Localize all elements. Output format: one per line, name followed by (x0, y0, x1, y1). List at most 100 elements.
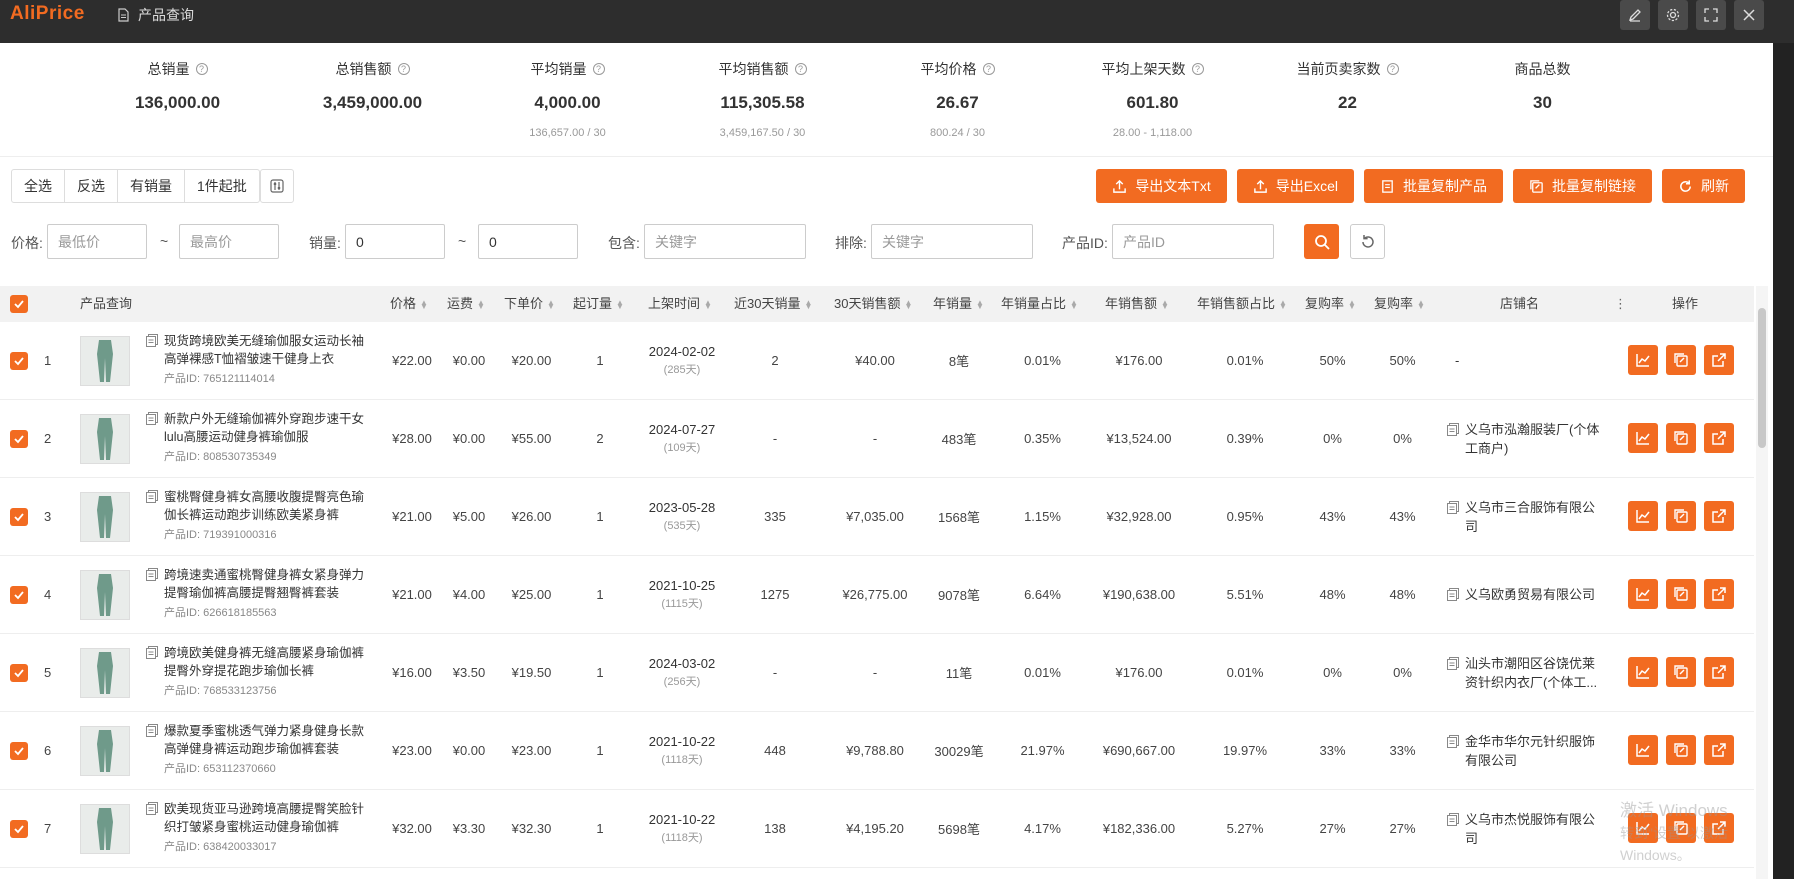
product-id-input[interactable] (1112, 224, 1274, 259)
sales-max-input[interactable] (478, 224, 578, 259)
include-keyword-input[interactable] (644, 224, 806, 259)
header-year-sales[interactable]: 年销量 ▲ ▼ (933, 286, 984, 322)
header-select-all-checkbox[interactable] (10, 295, 28, 313)
table-row[interactable]: 4 跨境速卖通蜜桃臀健身裤女紧身弹力提臀瑜伽裤高腰提臀翘臀裤套装 产品ID: 626… (0, 556, 1754, 634)
row-checkbox[interactable] (10, 556, 28, 633)
header-year-share[interactable]: 年销量占比 ▲ ▼ (1001, 286, 1078, 322)
store-name[interactable]: 义乌欧勇贸易有限公司 (1447, 585, 1607, 604)
open-link-button[interactable] (1704, 501, 1734, 531)
product-thumbnail[interactable] (80, 322, 130, 399)
table-row[interactable]: 1 现货跨境欧美无缝瑜伽服女运动长袖高弹裸感T恤褶皱速干健身上衣 产品ID: 765… (0, 322, 1754, 400)
copy-icon[interactable] (146, 724, 158, 737)
help-icon[interactable]: ? (794, 63, 807, 75)
header-rev30[interactable]: 30天销售额 ▲ ▼ (834, 286, 912, 322)
one-piece-moq-button[interactable]: 1件起批 (185, 170, 259, 202)
copy-icon[interactable] (146, 334, 158, 347)
copy-icon[interactable] (1447, 422, 1459, 436)
copy-icon[interactable] (146, 490, 158, 503)
copy-link-button[interactable] (1666, 579, 1696, 609)
export-excel-button[interactable]: 导出Excel (1236, 169, 1354, 203)
header-unit-price[interactable]: 下单价 ▲ ▼ (504, 286, 555, 322)
header-year-rev[interactable]: 年销售额 ▲ ▼ (1105, 286, 1169, 322)
invert-selection-button[interactable]: 反选 (65, 170, 118, 202)
edit-button[interactable] (1620, 0, 1650, 30)
row-checkbox[interactable] (10, 634, 28, 711)
store-name[interactable]: 金华市华尔元针织服饰有限公司 (1447, 732, 1607, 770)
help-icon[interactable]: ? (1191, 63, 1204, 75)
product-thumbnail[interactable] (80, 478, 130, 555)
copy-icon[interactable] (1447, 500, 1459, 514)
trend-button[interactable] (1628, 657, 1658, 687)
row-checkbox[interactable] (10, 478, 28, 555)
table-scrollbar[interactable] (1756, 286, 1768, 879)
open-link-button[interactable] (1704, 423, 1734, 453)
product-name[interactable]: 欧美现货亚马逊跨境高腰提臀笑脸针织打皱紧身蜜桃运动健身瑜伽裤 (146, 800, 376, 836)
row-checkbox[interactable] (10, 400, 28, 477)
column-menu-icon[interactable]: ⋮ (1614, 286, 1627, 322)
copy-icon[interactable] (146, 802, 158, 815)
trend-button[interactable] (1628, 345, 1658, 375)
copy-link-button[interactable] (1666, 423, 1696, 453)
product-thumbnail[interactable] (80, 400, 130, 477)
table-row[interactable]: 2 新款户外无缝瑜伽裤外穿跑步速干女lulu高腰运动健身裤瑜伽服 产品ID: 808… (0, 400, 1754, 478)
product-name[interactable]: 跨境速卖通蜜桃臀健身裤女紧身弹力提臀瑜伽裤高腰提臀翘臀裤套装 (146, 566, 376, 602)
product-name[interactable]: 蜜桃臀健身裤女高腰收腹提臀亮色瑜伽长裤运动跑步训练欧美紧身裤 (146, 488, 376, 524)
copy-link-button[interactable] (1666, 735, 1696, 765)
trend-button[interactable] (1628, 735, 1658, 765)
copy-link-button[interactable] (1666, 501, 1696, 531)
copy-icon[interactable] (1447, 588, 1459, 601)
header-price[interactable]: 价格 ▲ ▼ (390, 286, 428, 322)
help-icon[interactable]: ? (195, 63, 208, 75)
header-repurchase-1[interactable]: 复购率 ▲ ▼ (1305, 286, 1356, 322)
copy-link-button[interactable] (1666, 657, 1696, 687)
trend-button[interactable] (1628, 579, 1658, 609)
row-checkbox[interactable] (10, 322, 28, 399)
store-name[interactable]: 义乌市泓瀚服装厂(个体工商户) (1447, 420, 1607, 458)
header-sales30[interactable]: 近30天销量 ▲ ▼ (734, 286, 812, 322)
settings-button[interactable] (1658, 0, 1688, 30)
header-year-rev-share[interactable]: 年销售额占比 ▲ ▼ (1197, 286, 1287, 322)
header-listed[interactable]: 上架时间 ▲ ▼ (648, 286, 712, 322)
product-thumbnail[interactable] (80, 634, 130, 711)
row-checkbox[interactable] (10, 712, 28, 789)
help-icon[interactable]: ? (397, 63, 410, 75)
help-icon[interactable]: ? (1386, 63, 1399, 75)
store-name[interactable]: 汕头市潮阳区谷饶优莱资针织内衣厂(个体工... (1447, 654, 1607, 692)
search-button[interactable] (1304, 224, 1339, 259)
product-thumbnail[interactable] (80, 556, 130, 633)
trend-button[interactable] (1628, 501, 1658, 531)
table-row[interactable]: 3 蜜桃臀健身裤女高腰收腹提臀亮色瑜伽长裤运动跑步训练欧美紧身裤 产品ID: 719… (0, 478, 1754, 556)
product-name[interactable]: 新款户外无缝瑜伽裤外穿跑步速干女lulu高腰运动健身裤瑜伽服 (146, 410, 376, 446)
product-thumbnail[interactable] (80, 790, 130, 867)
fullscreen-button[interactable] (1696, 0, 1726, 30)
price-min-input[interactable] (47, 224, 147, 259)
product-name[interactable]: 现货跨境欧美无缝瑜伽服女运动长袖高弹裸感T恤褶皱速干健身上衣 (146, 332, 376, 368)
header-shipping[interactable]: 运费 ▲ ▼ (447, 286, 485, 322)
header-repurchase-2[interactable]: 复购率 ▲ ▼ (1374, 286, 1425, 322)
table-row[interactable]: 7 欧美现货亚马逊跨境高腰提臀笑脸针织打皱紧身蜜桃运动健身瑜伽裤 产品ID: 638… (0, 790, 1754, 868)
product-name[interactable]: 爆款夏季蜜桃透气弹力紧身健身长款高弹健身裤运动跑步瑜伽裤套装 (146, 722, 376, 758)
row-checkbox[interactable] (10, 790, 28, 867)
price-max-input[interactable] (179, 224, 279, 259)
copy-products-button[interactable]: 批量复制产品 (1364, 169, 1503, 203)
column-settings-button[interactable] (260, 169, 294, 203)
exclude-keyword-input[interactable] (871, 224, 1033, 259)
store-name[interactable]: 义乌市三合服饰有限公司 (1447, 498, 1607, 536)
open-link-button[interactable] (1704, 579, 1734, 609)
product-thumbnail[interactable] (80, 712, 130, 789)
copy-link-button[interactable] (1666, 345, 1696, 375)
open-link-button[interactable] (1704, 345, 1734, 375)
store-name[interactable]: - (1447, 351, 1607, 370)
product-name[interactable]: 跨境欧美健身裤无缝高腰紧身瑜伽裤提臀外穿提花跑步瑜伽长裤 (146, 644, 376, 680)
help-icon[interactable]: ? (592, 63, 605, 75)
copy-icon[interactable] (146, 412, 158, 425)
has-sales-button[interactable]: 有销量 (118, 170, 185, 202)
copy-links-button[interactable]: 批量复制链接 (1513, 169, 1652, 203)
scrollbar-thumb[interactable] (1758, 308, 1766, 448)
trend-button[interactable] (1628, 423, 1658, 453)
help-icon[interactable]: ? (982, 63, 995, 75)
open-link-button[interactable] (1704, 735, 1734, 765)
copy-icon[interactable] (146, 646, 158, 659)
reset-button[interactable] (1350, 224, 1385, 259)
export-txt-button[interactable]: 导出文本Txt (1096, 169, 1227, 203)
